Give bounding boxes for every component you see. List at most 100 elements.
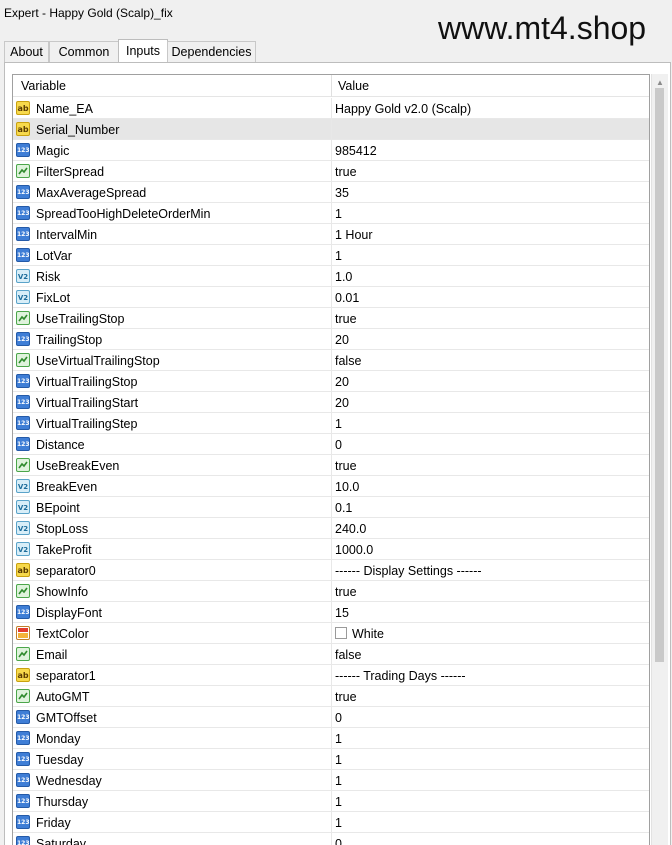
- param-value[interactable]: 20: [335, 333, 349, 347]
- param-value[interactable]: 0.1: [335, 501, 352, 515]
- param-value[interactable]: 1000.0: [335, 543, 373, 557]
- param-name: AutoGMT: [36, 690, 90, 704]
- param-value[interactable]: false: [335, 648, 361, 662]
- integer-icon: 123: [16, 437, 30, 451]
- tab-dependencies[interactable]: Dependencies: [167, 41, 256, 62]
- table-row[interactable]: ab Serial_Number: [13, 119, 649, 140]
- param-value[interactable]: ------ Trading Days ------: [335, 669, 466, 683]
- param-value[interactable]: 1: [335, 753, 342, 767]
- table-row[interactable]: V2 FixLot 0.01: [13, 287, 649, 308]
- table-row[interactable]: ab Name_EA Happy Gold v2.0 (Scalp): [13, 98, 649, 119]
- table-row[interactable]: UseVirtualTrailingStop false: [13, 350, 649, 371]
- table-row[interactable]: 123 MaxAverageSpread 35: [13, 182, 649, 203]
- table-row[interactable]: 123 Tuesday 1: [13, 749, 649, 770]
- param-value[interactable]: true: [335, 165, 357, 179]
- tab-inputs[interactable]: Inputs: [118, 39, 168, 63]
- cell-divider: [331, 371, 332, 392]
- param-value[interactable]: 10.0: [335, 480, 359, 494]
- table-row[interactable]: ShowInfo true: [13, 581, 649, 602]
- table-row[interactable]: V2 BEpoint 0.1: [13, 497, 649, 518]
- table-row[interactable]: V2 TakeProfit 1000.0: [13, 539, 649, 560]
- string-icon: ab: [16, 563, 30, 577]
- table-row[interactable]: 123 GMTOffset 0: [13, 707, 649, 728]
- param-name: Saturday: [36, 837, 87, 845]
- table-row[interactable]: 123 VirtualTrailingStart 20: [13, 392, 649, 413]
- header-divider[interactable]: [331, 75, 332, 97]
- param-value[interactable]: 15: [335, 606, 349, 620]
- param-name: BreakEven: [36, 480, 98, 494]
- table-row[interactable]: 123 TrailingStop 20: [13, 329, 649, 350]
- param-value[interactable]: 240.0: [335, 522, 366, 536]
- param-value[interactable]: true: [335, 585, 357, 599]
- table-row[interactable]: 123 Magic 985412: [13, 140, 649, 161]
- param-value[interactable]: White: [352, 627, 384, 641]
- string-icon: ab: [16, 668, 30, 682]
- cell-divider: [331, 245, 332, 266]
- table-row[interactable]: FilterSpread true: [13, 161, 649, 182]
- param-value[interactable]: ------ Display Settings ------: [335, 564, 482, 578]
- param-value[interactable]: 0: [335, 711, 342, 725]
- boolean-icon: [16, 584, 30, 598]
- table-row[interactable]: UseBreakEven true: [13, 455, 649, 476]
- header-value[interactable]: Value: [338, 79, 369, 93]
- table-row[interactable]: UseTrailingStop true: [13, 308, 649, 329]
- table-row[interactable]: Email false: [13, 644, 649, 665]
- param-value[interactable]: 1: [335, 207, 342, 221]
- table-row[interactable]: 123 VirtualTrailingStep 1: [13, 413, 649, 434]
- table-row[interactable]: 123 SpreadTooHighDeleteOrderMin 1: [13, 203, 649, 224]
- param-value[interactable]: true: [335, 312, 357, 326]
- param-value[interactable]: 20: [335, 396, 349, 410]
- table-row[interactable]: 123 Friday 1: [13, 812, 649, 833]
- param-value[interactable]: true: [335, 690, 357, 704]
- param-value[interactable]: 1: [335, 795, 342, 809]
- table-row[interactable]: 123 Thursday 1: [13, 791, 649, 812]
- table-row[interactable]: TextColor White: [13, 623, 649, 644]
- param-value[interactable]: 1: [335, 249, 342, 263]
- scroll-up-icon[interactable]: ▲: [656, 78, 664, 87]
- color-swatch[interactable]: [335, 627, 347, 639]
- table-row[interactable]: V2 BreakEven 10.0: [13, 476, 649, 497]
- header-variable[interactable]: Variable: [21, 79, 66, 93]
- param-value[interactable]: 20: [335, 375, 349, 389]
- table-row[interactable]: 123 Wednesday 1: [13, 770, 649, 791]
- param-value[interactable]: true: [335, 459, 357, 473]
- param-value[interactable]: 1: [335, 732, 342, 746]
- param-value[interactable]: 0: [335, 837, 342, 845]
- table-row[interactable]: ab separator0 ------ Display Settings ----…: [13, 560, 649, 581]
- param-value[interactable]: 1: [335, 417, 342, 431]
- vertical-scrollbar[interactable]: ▲: [651, 74, 668, 845]
- watermark-text: www.mt4.shop: [438, 10, 647, 46]
- double-icon: V2: [16, 269, 30, 283]
- param-value[interactable]: Happy Gold v2.0 (Scalp): [335, 102, 471, 116]
- param-value[interactable]: 0.01: [335, 291, 359, 305]
- param-name: IntervalMin: [36, 228, 98, 242]
- param-name: UseTrailingStop: [36, 312, 125, 326]
- param-value[interactable]: 0: [335, 438, 342, 452]
- param-value[interactable]: 985412: [335, 144, 377, 158]
- table-row[interactable]: 123 LotVar 1: [13, 245, 649, 266]
- tab-common[interactable]: Common: [49, 41, 119, 62]
- param-value[interactable]: 35: [335, 186, 349, 200]
- cell-divider: [331, 98, 332, 119]
- param-value[interactable]: 1 Hour: [335, 228, 373, 242]
- table-row[interactable]: V2 Risk 1.0: [13, 266, 649, 287]
- scroll-thumb[interactable]: [655, 88, 664, 662]
- table-row[interactable]: 123 Monday 1: [13, 728, 649, 749]
- param-value[interactable]: 1.0: [335, 270, 352, 284]
- table-row[interactable]: 123 Saturday 0: [13, 833, 649, 845]
- integer-icon: 123: [16, 395, 30, 409]
- tab-about[interactable]: About: [4, 41, 49, 62]
- param-name: VirtualTrailingStop: [36, 375, 138, 389]
- cell-divider: [331, 623, 332, 644]
- table-row[interactable]: 123 IntervalMin 1 Hour: [13, 224, 649, 245]
- table-row[interactable]: AutoGMT true: [13, 686, 649, 707]
- table-row[interactable]: 123 VirtualTrailingStop 20: [13, 371, 649, 392]
- cell-divider: [331, 329, 332, 350]
- param-value[interactable]: 1: [335, 774, 342, 788]
- table-row[interactable]: 123 DisplayFont 15: [13, 602, 649, 623]
- param-value[interactable]: false: [335, 354, 361, 368]
- table-row[interactable]: 123 Distance 0: [13, 434, 649, 455]
- param-value[interactable]: 1: [335, 816, 342, 830]
- table-row[interactable]: ab separator1 ------ Trading Days ------: [13, 665, 649, 686]
- table-row[interactable]: V2 StopLoss 240.0: [13, 518, 649, 539]
